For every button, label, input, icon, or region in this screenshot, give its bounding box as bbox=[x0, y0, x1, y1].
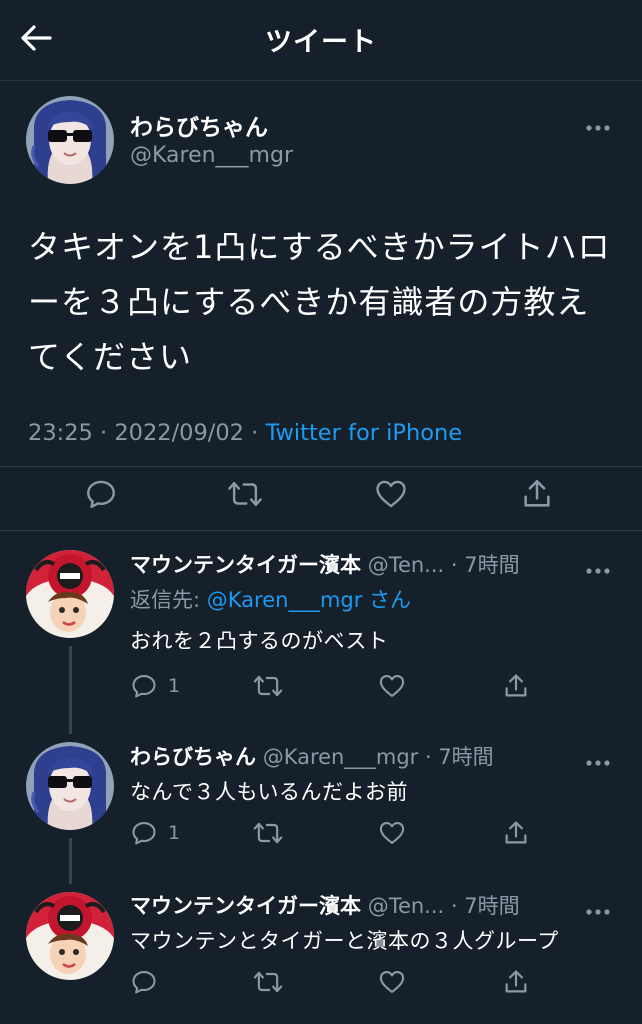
reply-3-header: マウンテンタイガー濱本 @Ten... · 7時間 bbox=[130, 890, 520, 920]
share-icon bbox=[505, 674, 527, 697]
main-tweet-text: タキオンを1凸にするべきかライトハローを３凸にするべきか有識者の方教えてください bbox=[28, 228, 611, 376]
reply-1-time: 7時間 bbox=[464, 553, 520, 577]
tweet-date: 2022/09/02 bbox=[114, 420, 244, 446]
reply-1-reply-count: 1 bbox=[168, 675, 181, 697]
reply-2-actions: 1 bbox=[0, 813, 642, 853]
reply-to-label: 返信先: bbox=[130, 588, 207, 612]
reply-3-reply-button[interactable] bbox=[130, 962, 168, 1002]
reply-3-share-button[interactable] bbox=[502, 962, 530, 1002]
reply-1-actions: 1 bbox=[0, 666, 642, 706]
share-icon bbox=[524, 479, 550, 507]
reply-2-more-button[interactable] bbox=[585, 750, 611, 772]
reply-1-more-button[interactable] bbox=[585, 558, 611, 580]
reply-3-display-name[interactable]: マウンテンタイガー濱本 bbox=[130, 894, 361, 918]
more-icon bbox=[586, 125, 610, 131]
reply-2-display-name[interactable]: わらびちゃん bbox=[130, 745, 256, 769]
reply-3-more-button[interactable] bbox=[585, 899, 611, 921]
reply-3-like-button[interactable] bbox=[378, 962, 406, 1002]
main-tweet-actions bbox=[0, 474, 642, 514]
reply-2-like-button[interactable] bbox=[378, 813, 406, 853]
reply-2-text: なんで３人もいるんだよお前 bbox=[130, 780, 409, 804]
reply-2-dot: · bbox=[418, 745, 439, 769]
reply-3-text: マウンテンとタイガーと濱本の３人グループ bbox=[130, 929, 559, 953]
reply-2-share-button[interactable] bbox=[502, 813, 530, 853]
reply-2-reply-button[interactable]: 1 bbox=[130, 813, 180, 853]
meta-divider bbox=[0, 466, 642, 467]
reply-3-retweet-button[interactable] bbox=[252, 962, 284, 1002]
main-reply-button[interactable] bbox=[84, 474, 118, 514]
main-tweet-meta: 23:25 · 2022/09/02 · Twitter for iPhone bbox=[28, 420, 462, 446]
reply-1-header: マウンテンタイガー濱本 @Ten... · 7時間 bbox=[130, 549, 520, 579]
share-icon bbox=[505, 821, 527, 844]
reply-1-like-button[interactable] bbox=[378, 666, 406, 706]
retweet-icon bbox=[253, 675, 283, 697]
like-icon bbox=[379, 675, 405, 697]
share-icon bbox=[505, 970, 527, 993]
reply-1-reply-to: 返信先: @Karen___mgr さん bbox=[130, 584, 411, 614]
retweet-icon bbox=[228, 481, 262, 507]
reply-3-actions bbox=[0, 962, 642, 1002]
reply-icon bbox=[132, 971, 156, 994]
like-icon bbox=[376, 480, 406, 508]
retweet-icon bbox=[253, 822, 283, 844]
header-divider bbox=[0, 80, 642, 81]
reply-1-reply-button[interactable]: 1 bbox=[130, 666, 180, 706]
meta-separator: · bbox=[244, 420, 266, 446]
reply-1-dot: · bbox=[444, 553, 465, 577]
reply-to-suffix: さん bbox=[362, 588, 412, 612]
reply-to-mention[interactable]: @Karen___mgr bbox=[207, 588, 363, 612]
more-icon bbox=[586, 568, 610, 574]
main-tweet-handle[interactable]: @Karen___mgr bbox=[130, 143, 293, 168]
main-tweet-divider bbox=[0, 530, 642, 531]
retweet-icon bbox=[253, 971, 283, 993]
like-icon bbox=[379, 822, 405, 844]
reply-3-time: 7時間 bbox=[464, 894, 520, 918]
reply-icon bbox=[132, 822, 156, 845]
more-icon bbox=[586, 760, 610, 766]
reply-1-avatar[interactable] bbox=[26, 550, 114, 638]
main-retweet-button[interactable] bbox=[226, 474, 264, 514]
reply-1-share-button[interactable] bbox=[502, 666, 530, 706]
reply-2-handle[interactable]: @Karen___mgr bbox=[263, 745, 419, 769]
reply-1-text: おれを２凸するのがベスト bbox=[130, 629, 389, 653]
main-share-button[interactable] bbox=[520, 474, 554, 514]
like-icon bbox=[379, 971, 405, 993]
reply-1-handle[interactable]: @Ten... bbox=[368, 553, 445, 577]
reply-2-header: わらびちゃん @Karen___mgr · 7時間 bbox=[130, 741, 494, 771]
reply-3-dot: · bbox=[444, 894, 465, 918]
reply-1-display-name[interactable]: マウンテンタイガー濱本 bbox=[130, 553, 361, 577]
reply-2-reply-count: 1 bbox=[168, 822, 181, 844]
main-tweet-display-name[interactable]: わらびちゃん bbox=[130, 108, 268, 142]
more-icon bbox=[586, 909, 610, 915]
main-like-button[interactable] bbox=[374, 474, 408, 514]
reply-2-time: 7時間 bbox=[438, 745, 494, 769]
main-tweet-avatar[interactable] bbox=[26, 96, 114, 184]
main-tweet-more-button[interactable] bbox=[585, 115, 611, 137]
reply-1-retweet-button[interactable] bbox=[252, 666, 284, 706]
page-title: ツイート bbox=[265, 27, 377, 58]
tweet-time: 23:25 bbox=[28, 420, 93, 446]
reply-icon bbox=[87, 480, 115, 508]
reply-2-retweet-button[interactable] bbox=[252, 813, 284, 853]
meta-separator: · bbox=[92, 420, 115, 446]
top-bar: ツイート bbox=[0, 0, 642, 80]
reply-3-handle[interactable]: @Ten... bbox=[368, 894, 445, 918]
reply-icon bbox=[132, 675, 156, 698]
tweet-source-link[interactable]: Twitter for iPhone bbox=[265, 420, 462, 446]
